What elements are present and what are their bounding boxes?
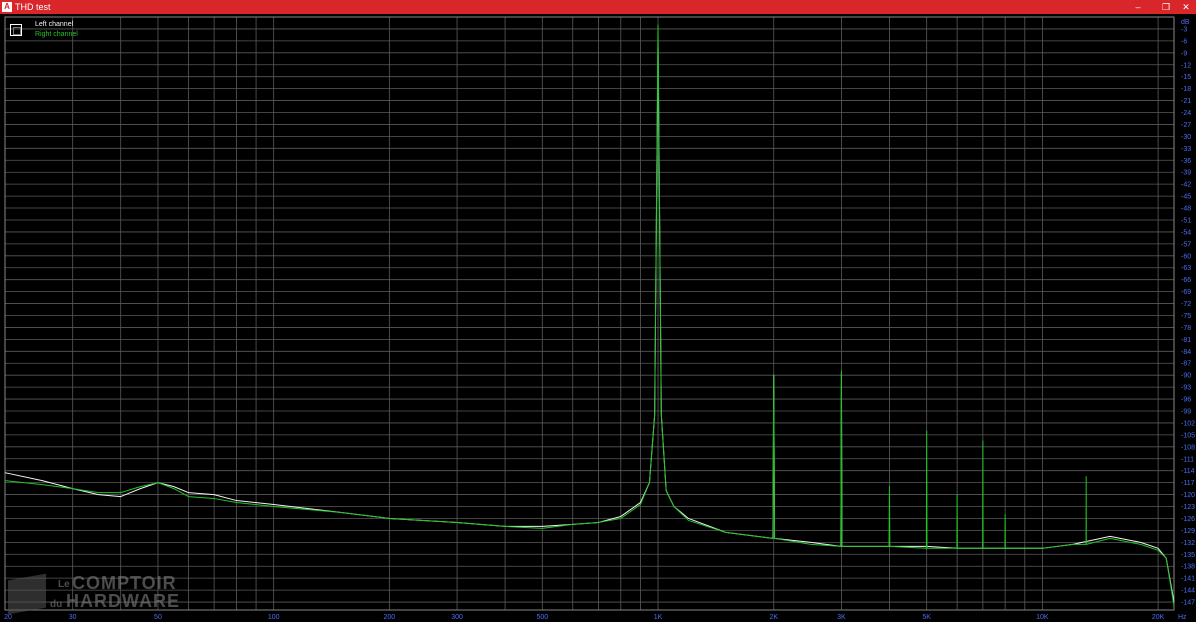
x-tick-label: 50 <box>154 614 162 621</box>
y-tick-label: -57 <box>1181 241 1191 248</box>
y-tick-label: -144 <box>1181 588 1195 595</box>
y-tick-label: -15 <box>1181 74 1191 81</box>
y-tick-label: -147 <box>1181 600 1195 607</box>
y-tick-label: -126 <box>1181 516 1195 523</box>
y-tick-label: -42 <box>1181 182 1191 189</box>
series-left-channel <box>4 40 1175 603</box>
y-tick-label: -111 <box>1181 456 1194 463</box>
y-tick-label: -117 <box>1181 480 1195 487</box>
y-axis-ticks: -3 -6 -9 -12 -15 -18 -21 -24 -27 -30 -33 -36 -39 -42 -… <box>1181 26 1195 606</box>
window-title: THD test <box>15 2 51 12</box>
y-tick-label: -99 <box>1181 409 1191 416</box>
x-tick-label: 1K <box>654 614 663 621</box>
y-tick-label: -69 <box>1181 289 1191 296</box>
y-tick-label: -96 <box>1181 397 1191 404</box>
y-tick-label: -12 <box>1181 62 1191 69</box>
minimize-icon[interactable]: – <box>1124 0 1152 14</box>
y-tick-label: -6 <box>1181 38 1187 45</box>
x-tick-label: 100 <box>268 614 280 621</box>
y-tick-label: -48 <box>1181 206 1191 213</box>
title-bar[interactable]: A THD test – ❐ ✕ <box>0 0 1196 14</box>
y-tick-label: -24 <box>1181 110 1191 117</box>
plot-frame <box>4 16 1175 611</box>
y-tick-label: -129 <box>1181 528 1195 535</box>
x-tick-label: 500 <box>536 614 548 621</box>
y-tick-label: -138 <box>1181 564 1195 571</box>
y-tick-label: -120 <box>1181 492 1195 499</box>
y-tick-label: -45 <box>1181 194 1191 201</box>
y-tick-label: -105 <box>1181 432 1195 439</box>
legend-toggle-icon[interactable] <box>10 24 22 36</box>
watermark-du: du <box>50 599 63 610</box>
y-tick-label: -123 <box>1181 504 1195 511</box>
x-tick-label: 2K <box>769 614 778 621</box>
watermark-logo: Le COMPTOIR du HARDWARE <box>6 573 196 615</box>
legend-left-channel: Left channel <box>35 21 74 28</box>
y-tick-label: -21 <box>1181 98 1191 105</box>
y-tick-label: -9 <box>1181 50 1187 57</box>
y-tick-label: -39 <box>1181 170 1191 177</box>
y-tick-label: -27 <box>1181 122 1191 129</box>
y-tick-label: -30 <box>1181 134 1191 141</box>
y-tick-label: -33 <box>1181 146 1191 153</box>
y-tick-label: -75 <box>1181 313 1191 320</box>
x-tick-label: 30 <box>69 614 77 621</box>
x-axis-ticks: 20 30 50 100 200 300 500 1K 2K 3K 5K 10K 20K <box>4 614 1165 621</box>
x-tick-label: 20 <box>4 614 12 621</box>
x-axis-label: Hz <box>1178 614 1187 621</box>
y-tick-label: -18 <box>1181 86 1191 93</box>
y-tick-label: -3 <box>1181 26 1187 33</box>
y-tick-label: -84 <box>1181 349 1191 356</box>
x-tick-label: 20K <box>1152 614 1165 621</box>
watermark-hardware: HARDWARE <box>66 591 180 611</box>
app-window: A THD test – ❐ ✕ -3 -6 -9 -12 -15 -18 -21 -24 -2… <box>0 0 1196 622</box>
grid <box>4 16 1175 611</box>
y-tick-label: -90 <box>1181 373 1191 380</box>
x-tick-label: 5K <box>922 614 931 621</box>
x-tick-label: 3K <box>837 614 846 621</box>
y-tick-label: -72 <box>1181 301 1191 308</box>
y-tick-label: -63 <box>1181 265 1191 272</box>
watermark-le: Le <box>58 579 70 590</box>
x-tick-label: 10K <box>1036 614 1049 621</box>
y-tick-label: -114 <box>1181 468 1195 475</box>
audio-tester-icon: A <box>2 2 12 12</box>
y-tick-label: -93 <box>1181 385 1191 392</box>
legend-right-channel: Right channel <box>35 31 78 38</box>
y-tick-label: -87 <box>1181 361 1191 368</box>
x-tick-label: 200 <box>384 614 396 621</box>
y-tick-label: -51 <box>1181 217 1191 224</box>
y-tick-label: -66 <box>1181 277 1191 284</box>
y-tick-label: -135 <box>1181 552 1195 559</box>
x-tick-label: 300 <box>451 614 463 621</box>
y-tick-label: -54 <box>1181 229 1191 236</box>
y-axis-label: dB <box>1181 19 1190 26</box>
close-icon[interactable]: ✕ <box>1176 0 1196 14</box>
watermark-cube-icon <box>8 573 46 615</box>
y-tick-label: -81 <box>1181 337 1191 344</box>
y-tick-label: -60 <box>1181 253 1191 260</box>
y-tick-label: -132 <box>1181 540 1195 547</box>
y-tick-label: -36 <box>1181 158 1191 165</box>
y-tick-label: -141 <box>1181 576 1195 583</box>
y-tick-label: -108 <box>1181 444 1195 451</box>
y-tick-label: -78 <box>1181 325 1191 332</box>
y-tick-label: -102 <box>1181 420 1195 427</box>
spectrum-chart: -3 -6 -9 -12 -15 -18 -21 -24 -27 -30 -33 -36 -39 -42 -… <box>4 16 1195 621</box>
